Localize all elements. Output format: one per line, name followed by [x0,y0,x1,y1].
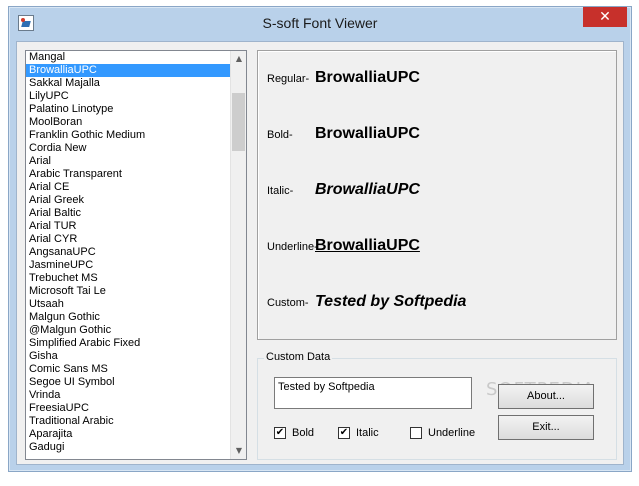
scroll-thumb[interactable] [232,93,245,151]
italic-checkbox-label: Italic [356,427,379,439]
font-list-item[interactable]: Simplified Arabic Fixed [26,337,232,350]
font-list-item[interactable]: Malgun Gothic [26,311,232,324]
font-list-item[interactable]: Arial [26,155,232,168]
regular-sample: BrowalliaUPC [315,69,420,86]
font-list-item[interactable]: Aparajita [26,428,232,441]
exit-button[interactable]: Exit... [498,415,594,440]
regular-label: Regular- [267,73,310,85]
custom-sample: Tested by Softpedia [315,293,467,310]
font-list-item[interactable]: Utsaah [26,298,232,311]
title-bar[interactable]: S-soft Font Viewer ✕ [9,7,631,37]
underline-checkbox-label: Underline [428,427,476,439]
font-list-item[interactable]: BrowalliaUPC [26,64,232,77]
font-list-item[interactable]: @Malgun Gothic [26,324,232,337]
font-list-item[interactable]: LilyUPC [26,90,232,103]
bold-label: Bold- [267,129,293,141]
bold-sample: BrowalliaUPC [315,125,420,142]
font-list-item[interactable]: Arial Greek [26,194,232,207]
scroll-up-icon[interactable]: ▲ [231,51,246,67]
preview-row-custom: Custom- Tested by Softpedia [258,293,616,327]
font-list-item[interactable]: Trebuchet MS [26,272,232,285]
italic-check-icon[interactable]: ✔ [338,427,350,439]
font-list-item[interactable]: Arial CYR [26,233,232,246]
bold-checkbox-label: Bold [292,427,315,439]
font-list-item[interactable]: Comic Sans MS [26,363,232,376]
client-area: Mangal BrowalliaUPC Sakkal Majalla LilyUPC P… [16,41,624,465]
font-list-item[interactable]: Vrinda [26,389,232,402]
preview-panel: Regular- BrowalliaUPC Bold- BrowalliaUPC… [257,50,617,340]
font-list-item[interactable]: Arabic Transparent [26,168,232,181]
font-list-item[interactable]: Palatino Linotype [26,103,232,116]
vertical-scrollbar[interactable]: ▲ ▼ [230,51,246,459]
window-title: S-soft Font Viewer [262,15,378,31]
preview-row-italic: Italic- BrowalliaUPC [258,181,616,215]
font-list-item[interactable]: Arial Baltic [26,207,232,220]
font-list-item[interactable]: Microsoft Tai Le [26,285,232,298]
custom-text-input[interactable]: Tested by Softpedia [274,377,472,409]
custom-label: Custom- [267,297,309,309]
font-listbox[interactable]: Mangal BrowalliaUPC Sakkal Majalla LilyUPC P… [25,50,247,460]
underline-sample: BrowalliaUPC [315,237,420,254]
font-list-item[interactable]: Cordia New [26,142,232,155]
font-list-item[interactable]: JasmineUPC [26,259,232,272]
preview-row-underline: Underline- BrowalliaUPC [258,237,616,271]
font-list-item[interactable]: Franklin Gothic Medium [26,129,232,142]
font-list-item[interactable]: Mangal [26,51,232,64]
italic-sample: BrowalliaUPC [315,181,420,198]
font-list-item[interactable]: Sakkal Majalla [26,77,232,90]
about-button[interactable]: About... [498,384,594,409]
scroll-down-icon[interactable]: ▼ [231,443,246,459]
custom-data-group: Custom Data Tested by Softpedia SOFTPEDI… [257,351,617,460]
font-list-item[interactable]: AngsanaUPC [26,246,232,259]
preview-row-bold: Bold- BrowalliaUPC [258,125,616,159]
underline-label: Underline- [267,241,318,253]
bold-check-icon[interactable]: ✔ [274,427,286,439]
close-button[interactable]: ✕ [583,7,627,27]
font-list: Mangal BrowalliaUPC Sakkal Majalla LilyUPC P… [26,51,232,454]
font-list-item[interactable]: Segoe UI Symbol [26,376,232,389]
font-list-item[interactable]: FreesiaUPC [26,402,232,415]
font-list-item[interactable]: Arial CE [26,181,232,194]
font-list-item[interactable]: MoolBoran [26,116,232,129]
font-list-item[interactable]: Traditional Arabic [26,415,232,428]
app-window: S-soft Font Viewer ✕ Mangal BrowalliaUPC S… [8,6,632,472]
preview-row-regular: Regular- BrowalliaUPC [258,69,616,103]
italic-label: Italic- [267,185,294,197]
underline-check-icon[interactable] [410,427,422,439]
close-icon: ✕ [599,9,611,25]
font-list-item[interactable]: Gisha [26,350,232,363]
font-list-item[interactable]: Gadugi [26,441,232,454]
custom-data-title: Custom Data [264,351,333,363]
font-list-item[interactable]: Arial TUR [26,220,232,233]
